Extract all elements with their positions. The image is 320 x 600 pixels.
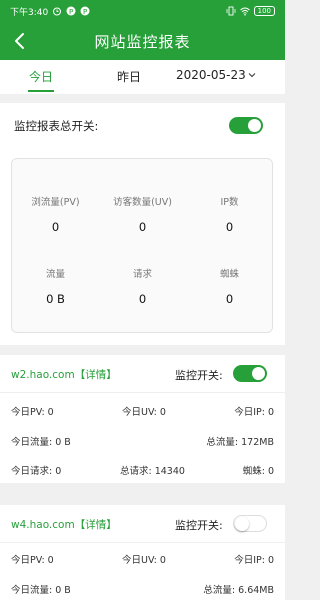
stats-panel: 浏流量(PV) 0 访客数量(UV) 0 IP数 0 流量 0 B 请求 0 蜘… [11, 158, 273, 333]
chevron-down-icon [248, 73, 256, 78]
master-switch-label: 监控报表总开关: [14, 119, 99, 133]
stat-value: 0 [225, 220, 234, 234]
site-stats-row: 今日请求: 0 总请求: 14340 蜘蛛: 0 [0, 454, 285, 484]
date-value: 2020-05-23 [176, 68, 246, 82]
vibrate-icon [226, 6, 236, 16]
monitor-switch-label: 监控开关: [175, 519, 223, 532]
stat-value: 0 B [46, 292, 65, 306]
today-ip: 今日IP: 0 [234, 555, 274, 566]
stat-label: 请求 [132, 269, 152, 280]
toggle-knob [235, 517, 249, 531]
date-picker[interactable]: 2020-05-23 [176, 68, 256, 82]
wifi-icon [239, 7, 250, 16]
total-requests: 总请求: 14340 [120, 466, 185, 477]
total-traffic: 总流量: 172MB [206, 437, 274, 448]
site-card: w4.hao.com【详情】 监控开关: 今日PV: 0 今日UV: 0 今日I… [0, 505, 285, 600]
site-card: w2.hao.com【详情】 监控开关: 今日PV: 0 今日UV: 0 今日I… [0, 355, 285, 483]
p-icon: P [66, 6, 76, 16]
back-arrow-icon[interactable] [10, 31, 30, 51]
spiders: 蜘蛛: 0 [242, 466, 274, 477]
stat-pv: 浏流量(PV) 0 [12, 194, 99, 234]
status-time: 下午3:40 [10, 7, 49, 18]
stat-uv: 访客数量(UV) 0 [99, 194, 186, 234]
today-traffic: 今日流量: 0 B [11, 437, 71, 448]
active-tab-indicator [28, 90, 54, 92]
toggle-knob [252, 367, 265, 380]
site-stats-row: 今日流量: 0 B 总流量: 6.64MB [0, 573, 285, 600]
stat-value: 0 [51, 220, 60, 234]
stat-ip: IP数 0 [186, 194, 273, 234]
svg-text:P: P [69, 8, 73, 16]
alarm-icon [53, 7, 62, 16]
summary-card: 监控报表总开关: 浏流量(PV) 0 访客数量(UV) 0 IP数 0 流量 0… [0, 103, 285, 345]
stat-value: 0 [225, 292, 234, 306]
today-pv: 今日PV: 0 [11, 555, 54, 566]
today-ip: 今日IP: 0 [234, 407, 274, 418]
tab-today[interactable]: 今日 [29, 68, 53, 85]
stat-spiders: 蜘蛛 0 [186, 266, 273, 306]
master-switch-toggle[interactable] [229, 117, 263, 134]
battery-indicator: 100 [253, 6, 275, 16]
stat-value: 0 [138, 220, 147, 234]
stat-label: 浏流量(PV) [31, 197, 80, 208]
stat-value: 0 [138, 292, 147, 306]
stat-traffic: 流量 0 B [12, 266, 99, 306]
monitor-switch-toggle[interactable] [233, 515, 267, 532]
site-stats-row: 今日PV: 0 今日UV: 0 今日IP: 0 [0, 395, 285, 425]
stat-label: 蜘蛛 [219, 269, 239, 280]
site-card-header: w2.hao.com【详情】 监控开关: [0, 355, 285, 393]
stat-requests: 请求 0 [99, 266, 186, 306]
page-title: 网站监控报表 [94, 32, 191, 51]
site-name-link[interactable]: w2.hao.com【详情】 [11, 367, 117, 382]
site-card-header: w4.hao.com【详情】 监控开关: [0, 505, 285, 543]
today-uv: 今日UV: 0 [122, 555, 166, 566]
p-icon: P [80, 6, 90, 16]
site-stats-row: 今日流量: 0 B 总流量: 172MB [0, 425, 285, 455]
tab-yesterday[interactable]: 昨日 [117, 68, 141, 85]
stat-label: IP数 [220, 197, 239, 208]
svg-text:P: P [83, 8, 87, 16]
monitor-switch-toggle[interactable] [233, 365, 267, 382]
site-stats-row: 今日PV: 0 今日UV: 0 今日IP: 0 [0, 543, 285, 573]
stat-label: 流量 [45, 269, 65, 280]
site-name-link[interactable]: w4.hao.com【详情】 [11, 517, 117, 532]
monitor-switch-label: 监控开关: [175, 369, 223, 382]
date-tabs: 今日 昨日 2020-05-23 [0, 60, 285, 94]
status-bar: 下午3:40 P P 100 [0, 0, 285, 22]
today-requests: 今日请求: 0 [11, 466, 62, 477]
total-traffic: 总流量: 6.64MB [203, 585, 274, 596]
stat-label: 访客数量(UV) [113, 197, 172, 208]
toggle-knob [248, 119, 261, 132]
today-uv: 今日UV: 0 [122, 407, 166, 418]
today-traffic: 今日流量: 0 B [11, 585, 71, 596]
title-bar: 网站监控报表 [0, 22, 285, 60]
app-header: 下午3:40 P P 100 网站监控报表 [0, 0, 285, 60]
today-pv: 今日PV: 0 [11, 407, 54, 418]
